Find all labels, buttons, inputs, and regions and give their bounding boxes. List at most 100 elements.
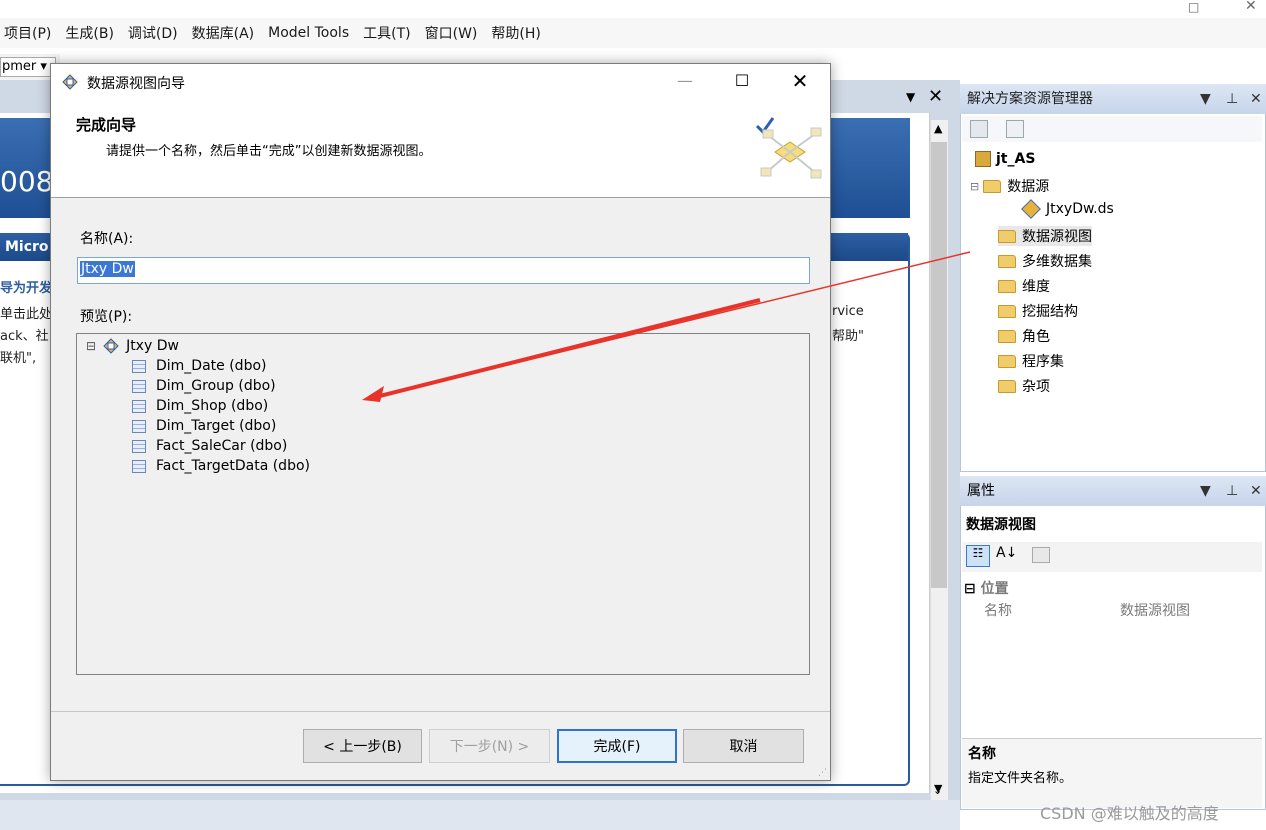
tree-item-assemblies[interactable]: 程序集 bbox=[998, 351, 1064, 371]
properties-toolbar: ☷ A↓ bbox=[962, 542, 1262, 572]
panel-dropdown-icon[interactable]: ▼ bbox=[1200, 84, 1211, 114]
categorized-icon[interactable]: ☷ bbox=[966, 545, 990, 567]
preview-table-item[interactable]: Dim_Date (dbo) bbox=[132, 358, 266, 374]
tree-item-label: 程序集 bbox=[1022, 354, 1064, 370]
tree-item-label: 数据源 bbox=[1007, 179, 1050, 195]
menu-bar: 项目(P) 生成(B) 调试(D) 数据库(A) Model Tools 工具(… bbox=[0, 18, 1266, 48]
window-restore-icon[interactable]: □ bbox=[1188, 0, 1199, 14]
maximize-icon[interactable]: ☐ bbox=[725, 66, 759, 98]
panel-close-icon[interactable]: ✕ bbox=[1250, 476, 1262, 506]
menu-model-tools[interactable]: Model Tools bbox=[264, 25, 359, 41]
tree-item-misc[interactable]: 杂项 bbox=[998, 376, 1050, 396]
start-page-header-text: Micro bbox=[5, 239, 49, 255]
preview-table-label: Dim_Date (dbo) bbox=[156, 358, 267, 374]
finish-button[interactable]: 完成(F) bbox=[557, 729, 677, 763]
property-description-text: 指定文件夹名称。 bbox=[968, 771, 1073, 786]
window-titlebar: □ ✕ bbox=[0, 0, 1266, 18]
start-page-text-right-1: rvice bbox=[832, 304, 864, 319]
solution-explorer-title-text: 解决方案资源管理器 bbox=[967, 91, 1093, 107]
tree-item-roles[interactable]: 角色 bbox=[998, 326, 1050, 346]
preview-table-item[interactable]: Dim_Target (dbo) bbox=[132, 418, 276, 434]
tree-item-dimensions[interactable]: 维度 bbox=[998, 276, 1050, 296]
menu-debug[interactable]: 调试(D) bbox=[124, 23, 188, 43]
next-button[interactable]: 下一步(N) > bbox=[429, 729, 550, 763]
scroll-bottom-icon[interactable]: ⌄ bbox=[933, 784, 942, 797]
window-close-icon[interactable]: ✕ bbox=[1245, 0, 1257, 14]
table-icon bbox=[132, 459, 146, 473]
close-icon[interactable]: ✕ bbox=[783, 66, 817, 98]
collapse-icon[interactable]: ⊟ bbox=[86, 339, 96, 353]
menu-build[interactable]: 生成(B) bbox=[61, 23, 124, 43]
datasource-icon bbox=[1021, 199, 1041, 219]
start-page-text-3: ack、社 bbox=[0, 329, 49, 344]
tree-item-dsv[interactable]: 数据源视图 bbox=[998, 226, 1092, 246]
tree-item-mining[interactable]: 挖掘结构 bbox=[998, 301, 1078, 321]
panel-close-icon[interactable]: ✕ bbox=[1250, 84, 1262, 114]
tree-project-label: jt_AS bbox=[996, 151, 1036, 167]
tree-item-cubes[interactable]: 多维数据集 bbox=[998, 251, 1092, 271]
preview-table-item[interactable]: Fact_SaleCar (dbo) bbox=[132, 438, 287, 454]
property-pages-icon[interactable] bbox=[1032, 547, 1050, 563]
start-page-banner-year: 008 bbox=[0, 165, 54, 198]
property-category[interactable]: ⊟ 位置 bbox=[964, 578, 1262, 598]
solution-explorer-title: 解决方案资源管理器 ▼ ⊥ ✕ bbox=[960, 84, 1266, 114]
preview-table-label: Dim_Target (dbo) bbox=[156, 418, 277, 434]
tree-project[interactable]: jt_AS bbox=[975, 151, 1035, 167]
tree-item-label: 挖掘结构 bbox=[1022, 304, 1078, 320]
solution-explorer-toolbar bbox=[962, 116, 1262, 142]
alphabetical-sort-icon[interactable]: A↓ bbox=[996, 545, 1017, 561]
folder-icon bbox=[998, 379, 1016, 393]
panel-dropdown-icon[interactable]: ▼ bbox=[1200, 476, 1211, 506]
menu-tools[interactable]: 工具(T) bbox=[359, 23, 420, 43]
minimize-icon[interactable]: — bbox=[668, 66, 702, 98]
status-strip bbox=[0, 800, 960, 830]
pin-icon[interactable]: ⊥ bbox=[1226, 84, 1238, 114]
preview-root[interactable]: ⊟ Jtxy Dw bbox=[86, 338, 179, 354]
property-description: 名称 指定文件夹名称。 bbox=[962, 738, 1262, 808]
configuration-combo-value: pmer bbox=[2, 59, 37, 74]
tree-item-label: 杂项 bbox=[1022, 379, 1050, 395]
document-close-icon[interactable]: ✕ bbox=[928, 86, 943, 107]
wizard-heading: 完成向导 bbox=[76, 116, 137, 134]
dialog-title: 数据源视图向导 bbox=[87, 76, 185, 92]
preview-table-item[interactable]: Fact_TargetData (dbo) bbox=[132, 458, 310, 474]
dsv-wizard-icon bbox=[62, 74, 78, 90]
folder-icon bbox=[998, 279, 1016, 293]
preview-table-label: Fact_SaleCar (dbo) bbox=[156, 438, 288, 454]
preview-table-item[interactable]: Dim_Shop (dbo) bbox=[132, 398, 268, 414]
tree-item-jtxydw-ds[interactable]: JtxyDw.ds bbox=[1021, 199, 1114, 219]
preview-table-label: Fact_TargetData (dbo) bbox=[156, 458, 310, 474]
property-category-label: 位置 bbox=[980, 581, 1009, 597]
folder-icon bbox=[998, 304, 1016, 318]
name-input-value: Jtxy Dw bbox=[80, 261, 135, 277]
table-icon bbox=[132, 419, 146, 433]
scroll-up-icon[interactable]: ▲ bbox=[934, 122, 942, 135]
tree-item-datasources[interactable]: ⊟ 数据源 bbox=[970, 176, 1049, 196]
folder-icon bbox=[998, 354, 1016, 368]
tree-item-label: 多维数据集 bbox=[1022, 254, 1092, 270]
menu-project[interactable]: 项目(P) bbox=[0, 23, 61, 43]
scrollbar-thumb[interactable] bbox=[931, 142, 947, 588]
menu-help[interactable]: 帮助(H) bbox=[487, 23, 550, 43]
document-list-dropdown-icon[interactable]: ▼ bbox=[906, 90, 915, 104]
start-page-text-right-2: 帮助" bbox=[832, 329, 864, 344]
preview-label: 预览(P): bbox=[80, 309, 133, 325]
back-button[interactable]: < 上一步(B) bbox=[303, 729, 422, 763]
start-page-text-1: 导为开发 bbox=[0, 281, 53, 296]
property-row[interactable]: 名称 数据源视图 bbox=[964, 600, 1262, 622]
wizard-instruction: 请提供一个名称，然后单击“完成”以创建新数据源视图。 bbox=[106, 144, 432, 159]
pin-icon[interactable]: ⊥ bbox=[1226, 476, 1238, 506]
menu-window[interactable]: 窗口(W) bbox=[421, 23, 488, 43]
cancel-button[interactable]: 取消 bbox=[683, 729, 804, 763]
collapse-icon[interactable]: ⊟ bbox=[970, 180, 979, 193]
properties-icon[interactable] bbox=[970, 120, 988, 138]
preview-root-label: Jtxy Dw bbox=[126, 338, 179, 354]
menu-database[interactable]: 数据库(A) bbox=[188, 23, 265, 43]
resize-grip-icon[interactable]: ⋰ bbox=[818, 768, 827, 778]
tree-item-label: 数据源视图 bbox=[1022, 229, 1092, 245]
name-input[interactable]: Jtxy Dw bbox=[77, 257, 810, 284]
preview-table-item[interactable]: Dim_Group (dbo) bbox=[132, 378, 276, 394]
dsv-icon bbox=[103, 338, 119, 354]
configuration-combo[interactable]: pmer ▾ bbox=[0, 57, 56, 77]
show-all-files-icon[interactable] bbox=[1006, 120, 1024, 138]
